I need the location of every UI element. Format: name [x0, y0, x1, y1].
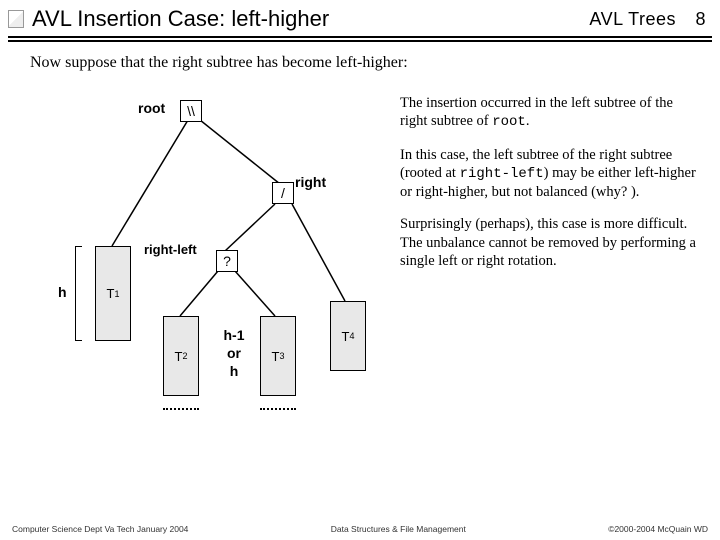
para-2: In this case, the left subtree of the ri…	[400, 146, 700, 202]
right-balance: /	[272, 182, 294, 204]
height-brace	[75, 246, 82, 341]
tree-diagram: root \\ right / right-left ? h T1 T2 T3 …	[20, 76, 390, 456]
height-hminus1: h-1	[214, 326, 254, 344]
code-root: root	[492, 114, 526, 130]
code-right-left: right-left	[460, 166, 544, 182]
height-h2: h	[214, 362, 254, 380]
rightleft-balance: ?	[216, 250, 238, 272]
intro-text: Now suppose that the right subtree has b…	[0, 48, 720, 76]
subtree-T1: T1	[95, 246, 131, 341]
subtree-T3: T3	[260, 316, 296, 396]
root-label: root	[138, 100, 165, 116]
right-label: right	[295, 174, 326, 190]
footer-left: Computer Science Dept Va Tech January 20…	[12, 524, 188, 534]
height-or: or	[214, 344, 254, 362]
T3-extension	[260, 408, 296, 424]
header-right: AVL Trees 8	[589, 9, 706, 30]
footer-center: Data Structures & File Management	[331, 524, 466, 534]
para-3: Surprisingly (perhaps), this case is mor…	[400, 215, 700, 269]
footer: Computer Science Dept Va Tech January 20…	[0, 524, 720, 534]
subtree-T2: T2	[163, 316, 199, 396]
header-left: AVL Insertion Case: left-higher	[8, 6, 329, 32]
page-number: 8	[695, 9, 706, 29]
divider	[8, 36, 712, 42]
footer-right: ©2000-2004 McQuain WD	[608, 524, 708, 534]
paragraphs: The insertion occurred in the left subtr…	[400, 94, 700, 284]
topic: AVL Trees	[589, 9, 676, 29]
slide-title: AVL Insertion Case: left-higher	[32, 6, 329, 32]
subtree-T4: T4	[330, 301, 366, 371]
header: AVL Insertion Case: left-higher AVL Tree…	[0, 0, 720, 36]
para-1: The insertion occurred in the left subtr…	[400, 94, 700, 132]
document-icon	[8, 10, 24, 28]
height-column: h-1 or h	[214, 326, 254, 381]
root-balance: \\	[180, 100, 202, 122]
T2-extension	[163, 408, 199, 424]
rightleft-label: right-left	[144, 242, 197, 257]
content: root \\ right / right-left ? h T1 T2 T3 …	[0, 76, 720, 456]
height-h: h	[58, 284, 67, 300]
